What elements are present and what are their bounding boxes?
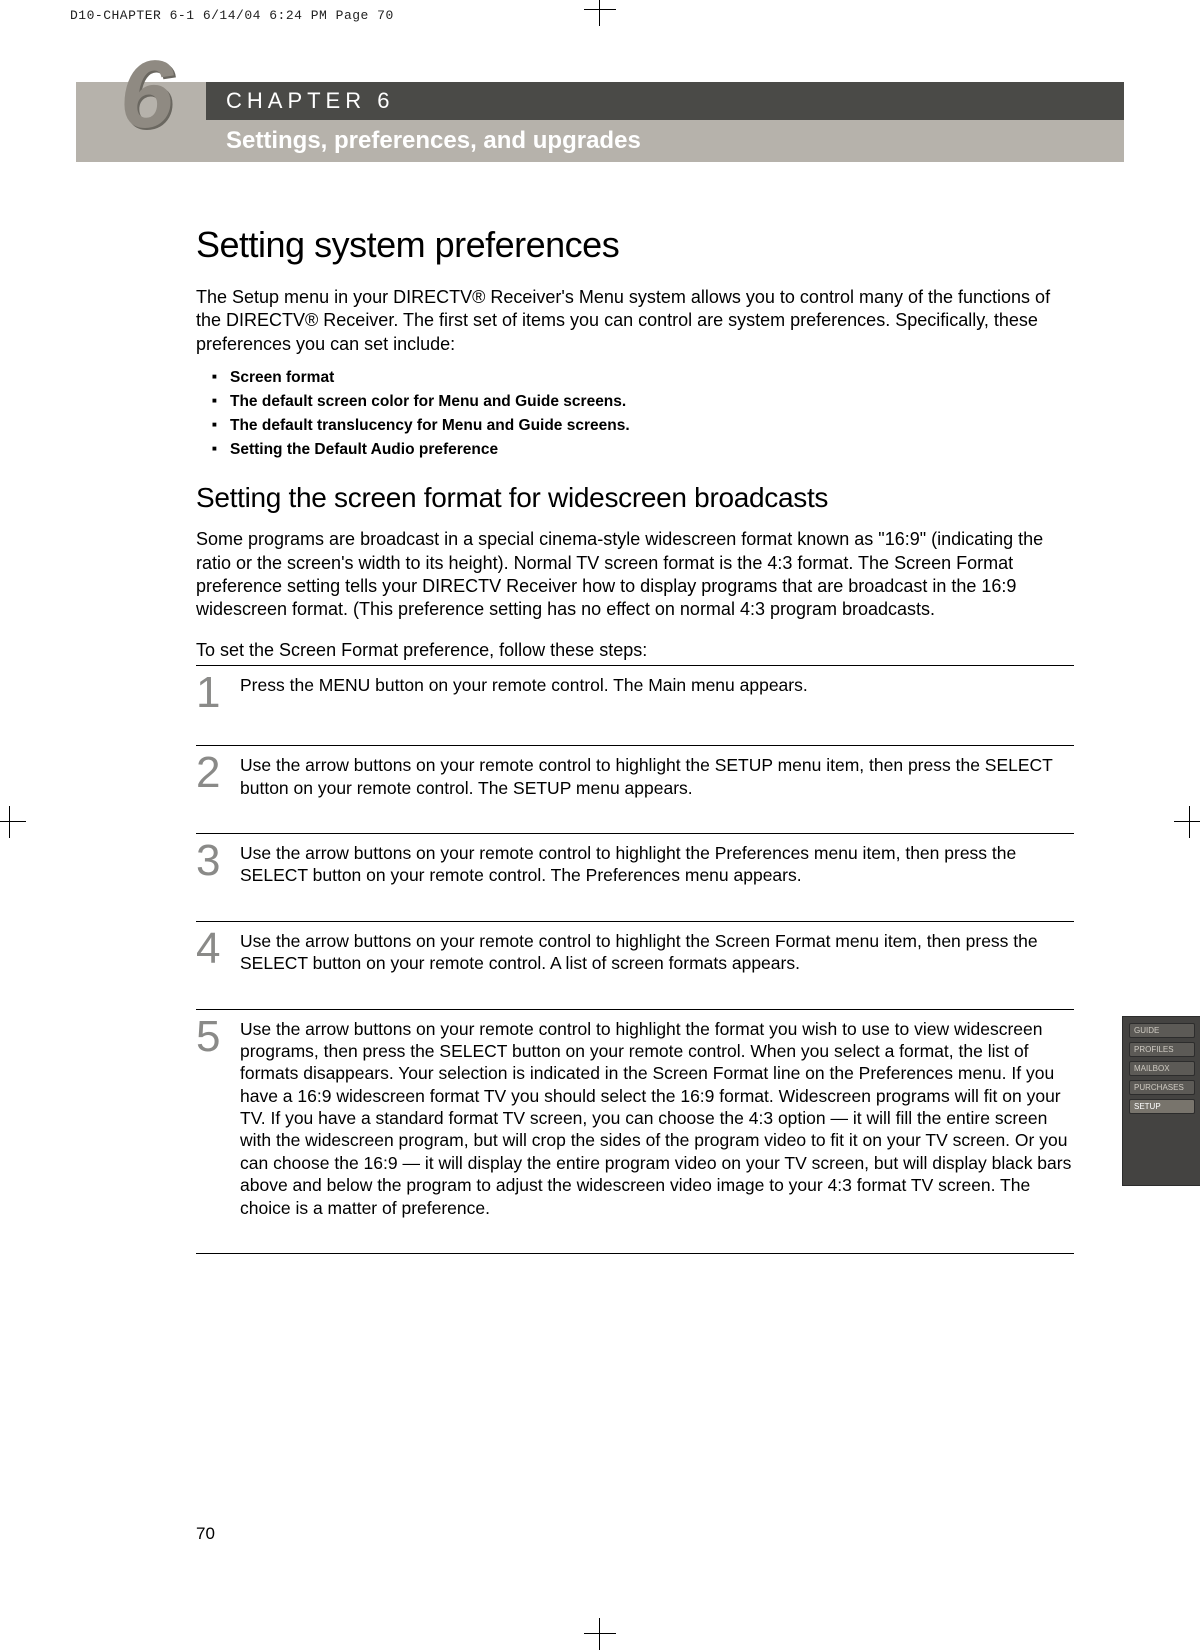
step-text: Press the MENU button on your remote con… — [240, 674, 1074, 711]
content-area: Setting system preferences The Setup men… — [76, 168, 1124, 1254]
body-paragraph: Some programs are broadcast in a special… — [196, 528, 1074, 622]
ss-side-setup: SETUP — [1129, 1099, 1195, 1114]
ss-side-mailbox: MAILBOX — [1129, 1061, 1195, 1076]
bullet-item: The default screen color for Menu and Gu… — [230, 390, 1074, 414]
heading-2: Setting the screen format for widescreen… — [196, 482, 1074, 514]
chapter-number-large: 6 — [120, 40, 171, 150]
registration-mark-left — [0, 812, 20, 832]
step-number: 5 — [196, 1018, 226, 1220]
heading-1: Setting system preferences — [196, 224, 1074, 266]
step-text: Use the arrow buttons on your remote con… — [240, 1018, 1074, 1220]
step-row: 2 Use the arrow buttons on your remote c… — [196, 746, 1074, 834]
step-text: Use the arrow buttons on your remote con… — [240, 930, 1074, 975]
step-row: 4 Use the arrow buttons on your remote c… — [196, 922, 1074, 1010]
registration-mark-bottom — [590, 1624, 610, 1644]
steps-lead-in: To set the Screen Format preference, fol… — [196, 640, 1074, 666]
steps-list: 1 Press the MENU button on your remote c… — [196, 666, 1074, 1254]
intro-paragraph: The Setup menu in your DIRECTV® Receiver… — [196, 286, 1074, 356]
chapter-label: CHAPTER 6 — [206, 82, 1124, 120]
bullet-list: Screen format The default screen color f… — [196, 366, 1074, 462]
chapter-subtitle: Settings, preferences, and upgrades — [206, 120, 1124, 162]
ss-side-guide: GUIDE — [1129, 1023, 1195, 1038]
step-text: Use the arrow buttons on your remote con… — [240, 754, 1074, 799]
step-row: 3 Use the arrow buttons on your remote c… — [196, 834, 1074, 922]
step-row: 5 Use the arrow buttons on your remote c… — [196, 1010, 1074, 1255]
step-text: Use the arrow buttons on your remote con… — [240, 842, 1074, 887]
step-row: 1 Press the MENU button on your remote c… — [196, 666, 1074, 746]
ss-side-purchases: PURCHASES — [1129, 1080, 1195, 1095]
bullet-item: The default translucency for Menu and Gu… — [230, 414, 1074, 438]
step-number: 2 — [196, 754, 226, 799]
bullet-item: Screen format — [230, 366, 1074, 390]
print-slug: D10-CHAPTER 6-1 6/14/04 6:24 PM Page 70 — [70, 8, 394, 23]
ss-sidebar: GUIDE PROFILES MAILBOX PURCHASES SETUP — [1129, 1023, 1195, 1118]
registration-mark-right — [1180, 812, 1200, 832]
chapter-banner: 6 CHAPTER 6 Settings, preferences, and u… — [76, 72, 1124, 168]
bullet-item: Setting the Default Audio preference — [230, 438, 1074, 462]
page-frame: 6 CHAPTER 6 Settings, preferences, and u… — [76, 60, 1124, 1580]
registration-mark-top — [590, 0, 610, 20]
page-number: 70 — [196, 1524, 215, 1544]
step-number: 1 — [196, 674, 226, 711]
step-number: 3 — [196, 842, 226, 887]
ss-side-profiles: PROFILES — [1129, 1042, 1195, 1057]
embedded-tv-screenshot: GUIDE PROFILES MAILBOX PURCHASES SETUP P… — [1122, 1016, 1200, 1186]
step-number: 4 — [196, 930, 226, 975]
